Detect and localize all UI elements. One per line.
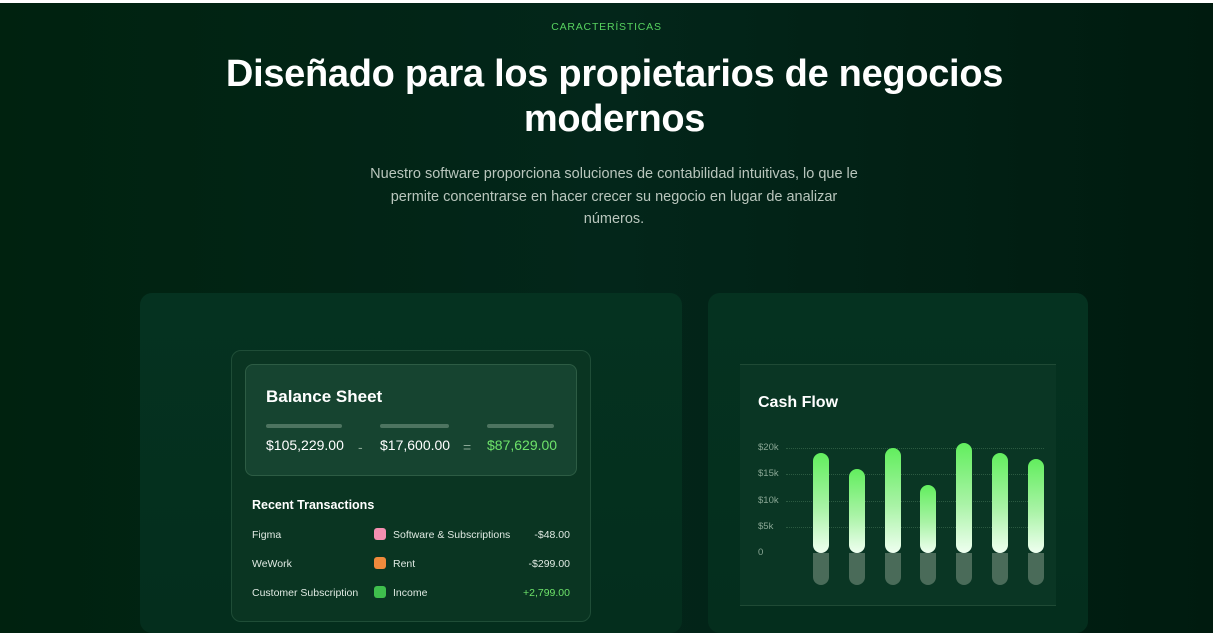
transaction-name: WeWork bbox=[252, 558, 292, 570]
cash-flow-bar bbox=[992, 453, 1008, 553]
cash-flow-bar bbox=[920, 484, 937, 553]
cash-flow-bar-base bbox=[920, 553, 937, 585]
income-icon bbox=[374, 586, 386, 598]
equals-operator: = bbox=[463, 439, 472, 455]
cash-flow-chart: Cash Flow $20k $15k $10k $5k 0 bbox=[740, 364, 1056, 606]
transaction-amount: -$299.00 bbox=[528, 558, 570, 570]
cash-flow-bar bbox=[884, 448, 901, 553]
transaction-row[interactable]: WeWork Rent -$299.00 bbox=[252, 556, 570, 572]
minus-operator: - bbox=[358, 439, 363, 455]
transaction-row[interactable]: Figma Software & Subscriptions -$48.00 bbox=[252, 527, 570, 543]
accounting-panel: Balance Sheet $105,229.00 - $17,600.00 =… bbox=[231, 350, 591, 622]
accounting-feature-card: Balance Sheet $105,229.00 - $17,600.00 =… bbox=[140, 293, 682, 633]
cash-flow-bar bbox=[956, 442, 973, 553]
section-title: Diseñado para los propietarios de negoci… bbox=[225, 53, 1004, 140]
balance-sheet-title: Balance Sheet bbox=[266, 387, 383, 406]
transaction-category: Software & Subscriptions bbox=[393, 529, 511, 541]
liabilities-bar bbox=[380, 424, 449, 428]
y-tick-label: 0 bbox=[758, 547, 764, 558]
transaction-row[interactable]: Customer Subscription Income +2,799.00 bbox=[252, 585, 570, 601]
chart-title: Cash Flow bbox=[758, 394, 839, 411]
equity-bar bbox=[487, 424, 554, 428]
cash-flow-bar-base bbox=[1027, 553, 1044, 585]
transaction-category: Rent bbox=[393, 558, 416, 570]
cash-flow-bar-base bbox=[848, 553, 865, 585]
cash-flow-feature-card: Cash Flow $20k $15k $10k $5k 0 bbox=[708, 293, 1088, 633]
top-border bbox=[0, 0, 1213, 3]
assets-bar bbox=[266, 424, 342, 428]
recent-transactions-title: Recent Transactions bbox=[252, 498, 375, 512]
cash-flow-bar-base bbox=[884, 553, 901, 585]
y-tick-label: $15k bbox=[758, 468, 779, 480]
transaction-amount: -$48.00 bbox=[534, 529, 570, 541]
transaction-name: Customer Subscription bbox=[252, 587, 359, 599]
cash-flow-bar-base bbox=[813, 553, 829, 585]
assets-amount: $105,229.00 bbox=[266, 437, 344, 453]
section-subtitle: Nuestro software proporciona soluciones … bbox=[370, 166, 858, 227]
transaction-amount: +2,799.00 bbox=[522, 587, 570, 599]
section-eyebrow: CARACTERÍSTICAS bbox=[551, 21, 662, 33]
y-tick-label: $20k bbox=[758, 442, 779, 453]
cash-flow-bar-base bbox=[956, 553, 973, 585]
equity-amount: $87,629.00 bbox=[487, 437, 558, 453]
cash-flow-bar bbox=[848, 469, 865, 553]
y-tick-label: $5k bbox=[758, 520, 774, 532]
grid-line bbox=[786, 448, 1044, 449]
cash-flow-bar-base bbox=[992, 553, 1008, 585]
transaction-name: Figma bbox=[252, 529, 282, 541]
rent-icon bbox=[374, 557, 386, 569]
y-tick-label: $10k bbox=[758, 494, 779, 506]
cash-flow-bar bbox=[1027, 458, 1044, 553]
cash-flow-bar bbox=[813, 453, 829, 553]
software-icon bbox=[374, 528, 386, 540]
liabilities-amount: $17,600.00 bbox=[380, 437, 451, 453]
balance-sheet-card: Balance Sheet $105,229.00 - $17,600.00 =… bbox=[245, 364, 577, 476]
transaction-category: Income bbox=[393, 587, 428, 599]
